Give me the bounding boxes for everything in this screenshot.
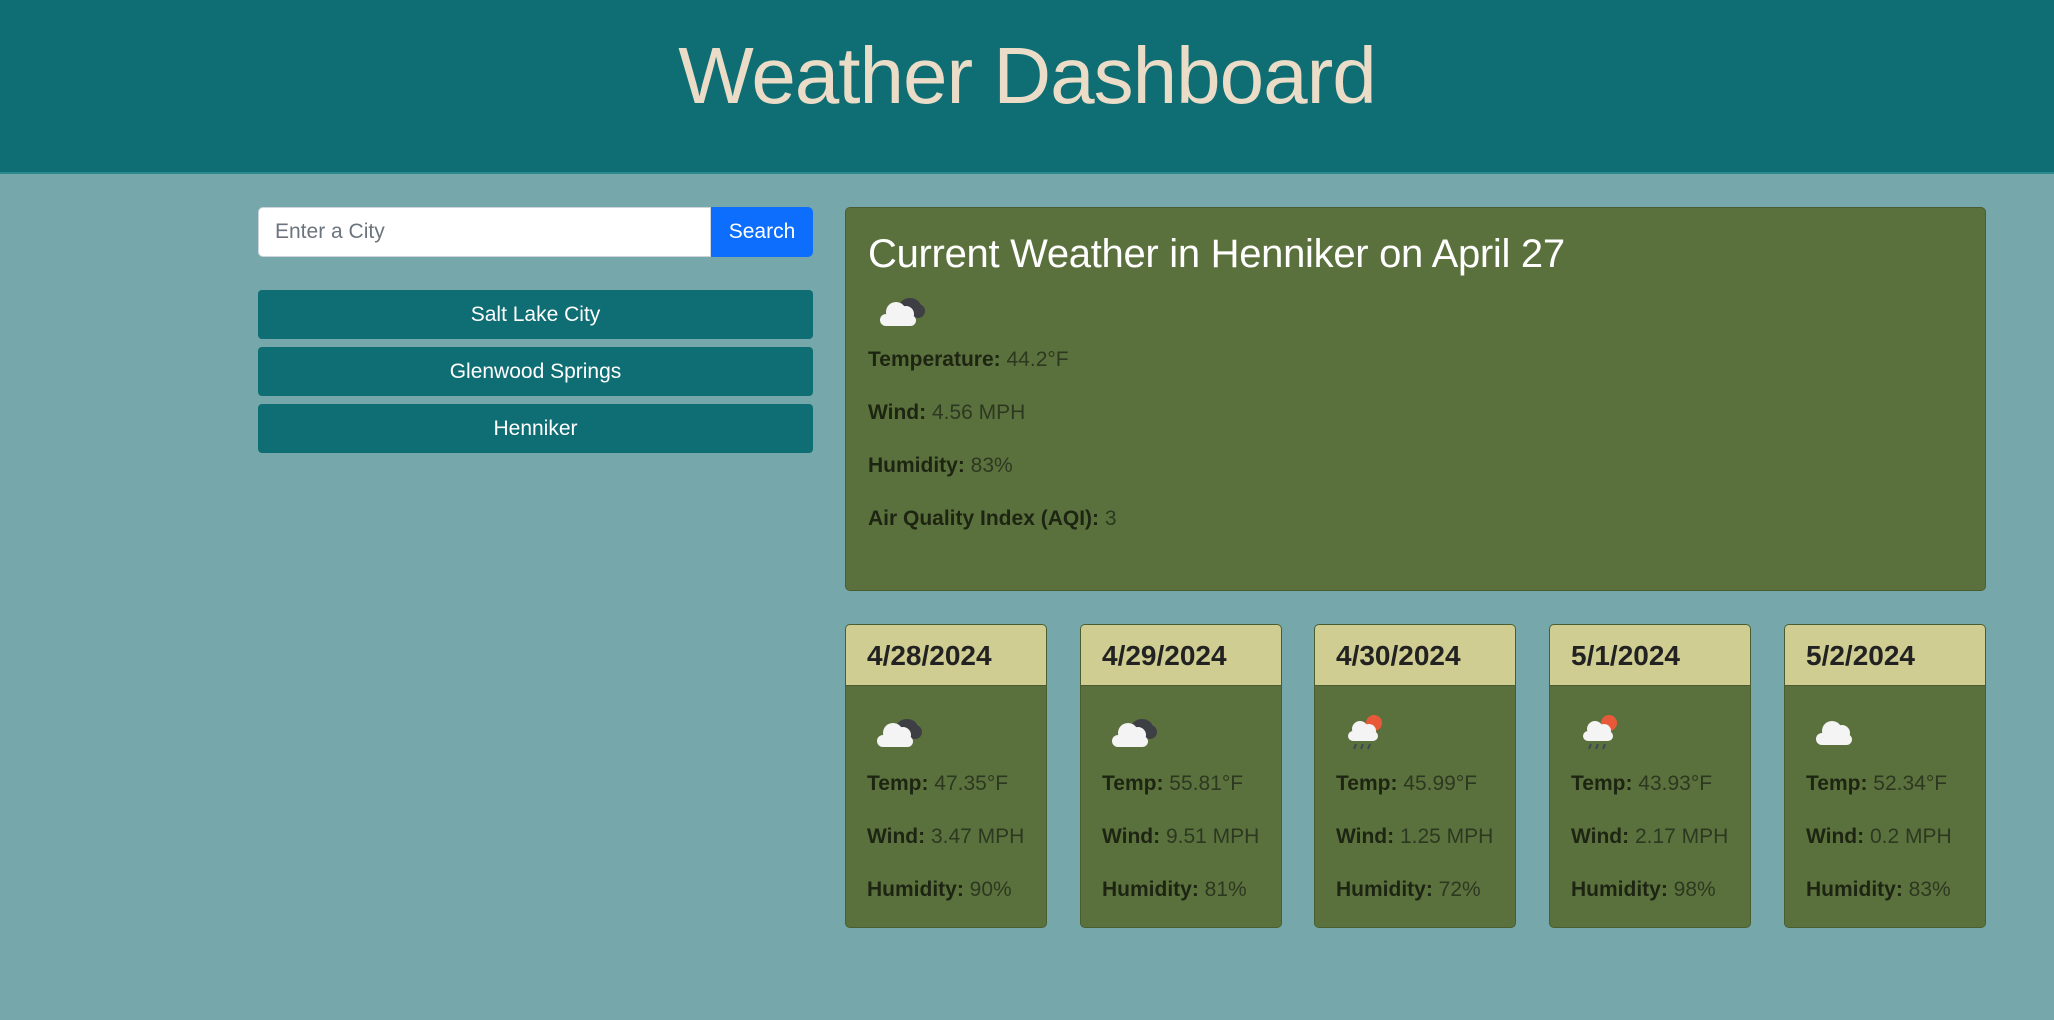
forecast-card: 5/1/2024 Temp: 43.93°F Wind: 2.17 MPH Hu… [1549,624,1751,928]
forecast-humidity: Humidity: 72% [1336,878,1481,901]
forecast-humidity: Humidity: 98% [1571,878,1716,901]
cloudy-icon [1106,711,1260,758]
forecast-wind: Wind: 3.47 MPH [867,825,1025,848]
current-aqi: Air Quality Index (AQI): 3 [868,507,1117,530]
current-weather-title: Current Weather in Henniker on April 27 [868,232,1565,276]
forecast-humidity: Humidity: 90% [867,878,1012,901]
forecast-card: 4/29/2024 Temp: 55.81°F Wind: 9.51 MPH H… [1080,624,1282,928]
city-search-input[interactable] [258,207,711,257]
current-weather-card: Current Weather in Henniker on April 27 … [845,207,1986,591]
page-title: Weather Dashboard [678,31,1377,120]
forecast-date: 4/29/2024 [1081,625,1281,686]
history-item-henniker[interactable]: Henniker [258,404,813,453]
search-form: Search [258,207,813,257]
current-temperature: Temperature: 44.2°F [868,348,1069,371]
forecast-date: 4/28/2024 [846,625,1046,686]
forecast-temp: Temp: 52.34°F [1806,772,1948,795]
forecast-wind: Wind: 9.51 MPH [1102,825,1260,848]
forecast-date: 5/2/2024 [1785,625,1985,686]
cloud-icon [1810,711,1964,758]
history-item-salt-lake-city[interactable]: Salt Lake City [258,290,813,339]
cloudy-icon [871,711,1025,758]
history-item-glenwood-springs[interactable]: Glenwood Springs [258,347,813,396]
current-wind: Wind: 4.56 MPH [868,401,1026,424]
forecast-temp: Temp: 43.93°F [1571,772,1713,795]
sun-rain-icon [1340,711,1494,758]
cloudy-icon [874,290,1963,337]
forecast-card: 5/2/2024 Temp: 52.34°F Wind: 0.2 MPH Hum… [1784,624,1986,928]
forecast-temp: Temp: 55.81°F [1102,772,1244,795]
forecast-humidity: Humidity: 83% [1806,878,1951,901]
search-button[interactable]: Search [711,207,813,257]
forecast-wind: Wind: 1.25 MPH [1336,825,1494,848]
search-history: Salt Lake City Glenwood Springs Henniker [258,290,813,461]
forecast-humidity: Humidity: 81% [1102,878,1247,901]
sun-rain-icon [1575,711,1729,758]
forecast-temp: Temp: 45.99°F [1336,772,1478,795]
current-humidity: Humidity: 83% [868,454,1013,477]
forecast-temp: Temp: 47.35°F [867,772,1009,795]
forecast-date: 5/1/2024 [1550,625,1750,686]
forecast-wind: Wind: 2.17 MPH [1571,825,1729,848]
forecast-card: 4/30/2024 Temp: 45.99°F Wind: 1.25 MPH H… [1314,624,1516,928]
forecast-card: 4/28/2024 Temp: 47.35°F Wind: 3.47 MPH H… [845,624,1047,928]
forecast-wind: Wind: 0.2 MPH [1806,825,1952,848]
header: Weather Dashboard [0,0,2054,174]
forecast-date: 4/30/2024 [1315,625,1515,686]
